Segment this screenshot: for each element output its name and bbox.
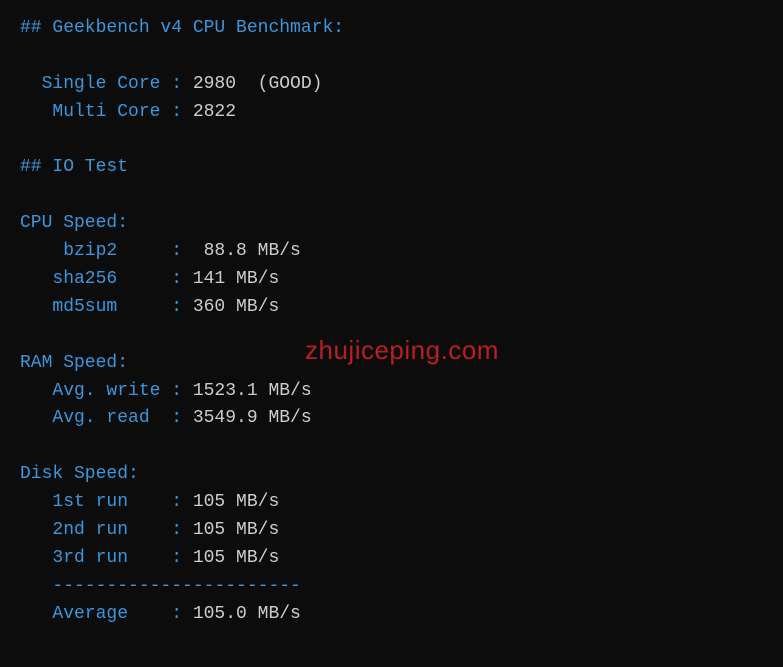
ram-read-value: 3549.9 MB/s: [182, 408, 312, 428]
disk-speed-header: Disk Speed:: [20, 464, 139, 484]
disk-run1-label: 1st run :: [20, 492, 182, 512]
disk-run1-value: 105 MB/s: [182, 492, 279, 512]
single-core-label: Single Core :: [20, 74, 182, 94]
ram-write-value: 1523.1 MB/s: [182, 381, 312, 401]
disk-avg-value: 105.0 MB/s: [182, 604, 301, 624]
multi-core-label: Multi Core :: [20, 102, 182, 122]
disk-run2-label: 2nd run :: [20, 520, 182, 540]
io-test-header: ## IO Test: [20, 157, 128, 177]
single-core-value: 2980 (GOOD): [182, 74, 322, 94]
watermark-text: zhujiceping.com: [305, 330, 499, 370]
multi-core-value: 2822: [182, 102, 236, 122]
disk-divider: -----------------------: [20, 576, 301, 596]
ram-read-label: Avg. read :: [20, 408, 182, 428]
sha256-value: 141 MB/s: [182, 269, 279, 289]
md5sum-label: md5sum :: [20, 297, 182, 317]
disk-run3-label: 3rd run :: [20, 548, 182, 568]
disk-run2-value: 105 MB/s: [182, 520, 279, 540]
sha256-label: sha256 :: [20, 269, 182, 289]
ram-speed-header: RAM Speed:: [20, 353, 128, 373]
bzip2-value: 88.8 MB/s: [182, 241, 301, 261]
geekbench-header: ## Geekbench v4 CPU Benchmark:: [20, 18, 344, 38]
cpu-speed-header: CPU Speed:: [20, 213, 128, 233]
disk-run3-value: 105 MB/s: [182, 548, 279, 568]
ram-write-label: Avg. write :: [20, 381, 182, 401]
md5sum-value: 360 MB/s: [182, 297, 279, 317]
bzip2-label: bzip2 :: [20, 241, 182, 261]
disk-avg-label: Average :: [20, 604, 182, 624]
